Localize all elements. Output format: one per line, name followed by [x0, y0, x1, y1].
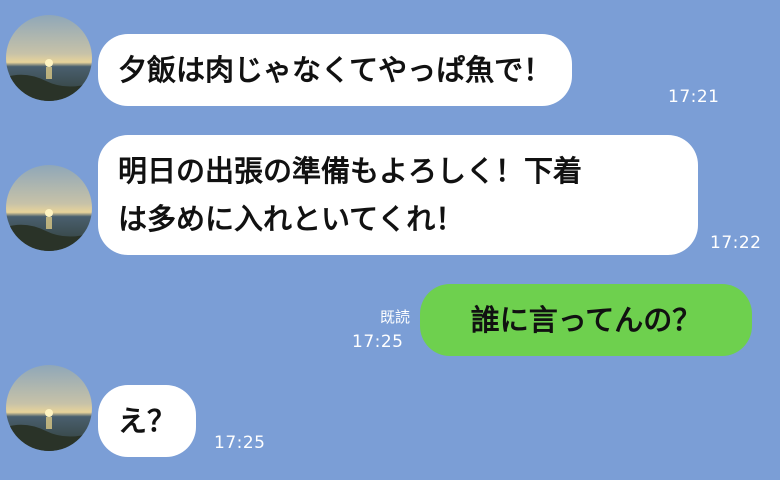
- message-bubble-incoming[interactable]: 明日の出張の準備もよろしく！下着 は多めに入れといてくれ！: [98, 135, 698, 255]
- contact-avatar-icon[interactable]: [6, 165, 92, 251]
- read-receipt: 既読: [340, 306, 410, 327]
- message-timestamp: 17:25: [352, 332, 404, 352]
- message-text: え？: [118, 404, 177, 438]
- contact-avatar-icon[interactable]: [6, 15, 92, 101]
- message-text-line: は多めに入れといてくれ！: [118, 202, 465, 236]
- message-timestamp: 17:21: [668, 87, 720, 107]
- message-bubble-outgoing[interactable]: 誰に言ってんの？: [420, 284, 752, 356]
- message-text: 夕飯は肉じゃなくてやっぱ魚で！: [118, 53, 553, 87]
- read-status: 既読: [379, 308, 410, 326]
- message-bubble-incoming[interactable]: え？: [98, 385, 197, 457]
- message-text: 誰に言ってんの？: [470, 303, 702, 337]
- message-bubble-incoming[interactable]: 夕飯は肉じゃなくてやっぱ魚で！: [98, 34, 573, 106]
- contact-avatar-icon[interactable]: [6, 365, 92, 451]
- message-timestamp: 17:25: [214, 433, 266, 453]
- message-text-line: 明日の出張の準備もよろしく！下着: [118, 154, 583, 188]
- message-timestamp: 17:22: [710, 233, 762, 253]
